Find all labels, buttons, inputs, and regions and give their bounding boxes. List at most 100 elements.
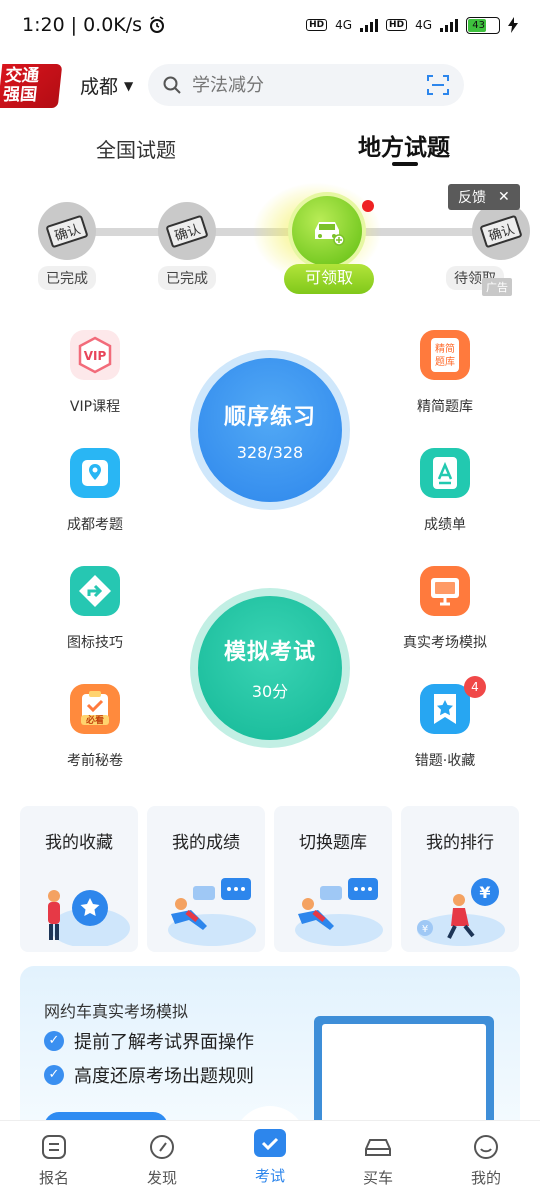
money-illustration-icon: ¥¥ — [417, 878, 505, 946]
feature-sign-tips[interactable]: 图标技巧 — [30, 566, 160, 652]
nav-item-mine[interactable]: 我的 — [432, 1121, 540, 1200]
favorites-illustration-icon — [48, 890, 130, 946]
monitor-icon — [420, 566, 470, 616]
map-pin-icon — [70, 448, 120, 498]
nav-item-discover[interactable]: 发现 — [108, 1121, 216, 1200]
nav-label: 买车 — [362, 1169, 393, 1187]
brand-logo[interactable]: 交通 强国 — [0, 64, 63, 108]
claim-button[interactable]: 可领取 — [284, 264, 374, 294]
feature-label: 成绩单 — [424, 517, 466, 533]
signal-icon — [360, 18, 379, 32]
feature-real-exam[interactable]: 真实考场模拟 — [380, 566, 510, 652]
scan-icon[interactable] — [426, 73, 450, 97]
question-tabs: 全国试题 地方试题 — [0, 128, 540, 178]
confirm-stamp: 确认 — [165, 214, 209, 248]
search-icon — [163, 76, 181, 94]
progress-node-2: 确认 — [158, 202, 216, 260]
feature-label: 图标技巧 — [67, 635, 123, 651]
quick-card-label: 我的成绩 — [172, 833, 240, 853]
network-label-2: 4G — [415, 18, 432, 32]
close-icon[interactable]: ✕ — [498, 189, 510, 205]
reward-progress: 确认 已完成 确认 已完成 可领取 确认 待领取 反馈 ✕ 广告 — [0, 182, 540, 302]
hd-icon: HD — [306, 19, 328, 31]
node-label-2: 已完成 — [158, 266, 216, 290]
bottom-nav: 报名 发现 考试 买车 我的 — [0, 1120, 540, 1200]
feature-score[interactable]: 成绩单 — [380, 448, 510, 534]
promo-point-2: ✓ 高度还原考场出题规则 — [44, 1062, 254, 1088]
charging-icon — [508, 17, 518, 33]
quick-card-label: 切换题库 — [299, 833, 367, 853]
exam-check-icon — [254, 1129, 286, 1157]
quick-card-ranking[interactable]: 我的排行 ¥ ¥ — [401, 806, 519, 952]
quick-card-scores[interactable]: 我的成绩 — [147, 806, 265, 952]
caret-down-icon: ▼ — [124, 78, 134, 93]
nav-label: 考试 — [254, 1167, 285, 1185]
vip-icon: VIP — [70, 330, 120, 380]
count-badge: 4 — [464, 676, 486, 698]
feature-label: 错题·收藏 — [414, 753, 476, 769]
car-icon — [365, 1139, 391, 1156]
feature-label: 成都考题 — [67, 517, 123, 533]
nav-label: 发现 — [146, 1169, 177, 1187]
practice-progress: 328/328 — [236, 442, 304, 462]
sequential-practice-button[interactable]: 顺序练习 328/328 — [190, 350, 350, 510]
mock-score: 30分 — [251, 682, 289, 701]
feature-wrong-favorites[interactable]: 4 错题·收藏 — [380, 676, 510, 770]
quick-card-switch-bank[interactable]: 切换题库 — [274, 806, 392, 952]
quick-card-label: 我的收藏 — [45, 833, 113, 853]
confirm-stamp: 确认 — [479, 214, 523, 248]
road-sign-icon — [70, 566, 120, 616]
confirm-stamp: 确认 — [45, 214, 89, 248]
feature-secret-paper[interactable]: 必看 考前秘卷 — [30, 684, 160, 770]
feature-label: VIP课程 — [69, 399, 121, 415]
chat-person-illustration-icon — [168, 878, 256, 946]
status-speed: 0.0K/s — [83, 14, 143, 36]
feedback-button[interactable]: 反馈 ✕ — [448, 184, 520, 210]
nav-item-exam[interactable]: 考试 — [216, 1121, 324, 1200]
check-icon: ✓ — [44, 1065, 64, 1085]
car-icon — [315, 222, 345, 246]
chat-person-illustration-icon — [295, 878, 383, 946]
feature-label: 真实考场模拟 — [403, 635, 487, 651]
mock-exam-button[interactable]: 模拟考试 30分 — [190, 588, 350, 748]
car-reward-node[interactable] — [292, 196, 362, 266]
clipboard-check-icon: 必看 — [70, 684, 120, 734]
svg-text:¥: ¥ — [422, 924, 428, 935]
tab-national[interactable]: 全国试题 — [96, 134, 176, 163]
svg-text:精简: 精简 — [435, 342, 455, 355]
svg-text:必看: 必看 — [85, 714, 104, 726]
feature-chengdu[interactable]: 成都考题 — [30, 448, 160, 534]
notification-dot — [362, 200, 374, 212]
nav-item-buy-car[interactable]: 买车 — [324, 1121, 432, 1200]
search-bar[interactable] — [148, 64, 464, 106]
header: 交通 强国 成都 ▼ — [0, 58, 540, 114]
progress-node-1: 确认 — [38, 202, 96, 260]
alarm-icon — [150, 16, 165, 33]
nav-item-signup[interactable]: 报名 — [0, 1121, 108, 1200]
practice-title: 顺序练习 — [223, 404, 316, 430]
promo-point-1: ✓ 提前了解考试界面操作 — [44, 1028, 254, 1054]
status-time: 1:20 — [22, 14, 65, 36]
form-icon — [42, 1135, 66, 1159]
battery-icon: 43 — [466, 16, 500, 34]
exam-screen-preview — [314, 1016, 494, 1136]
node-label-1: 已完成 — [38, 266, 96, 290]
feedback-label: 反馈 — [458, 190, 486, 206]
svg-text:VIP: VIP — [84, 349, 107, 363]
compass-icon — [150, 1135, 174, 1159]
progress-node-3: 确认 — [472, 202, 530, 260]
ad-tag: 广告 — [482, 278, 512, 296]
status-bar: 1:20 | 0.0K/s HD 4G HD 4G 43 — [0, 0, 540, 50]
feature-vip[interactable]: VIP VIP课程 — [30, 330, 160, 416]
feature-simplified-bank[interactable]: 精简 题库 精简题库 — [380, 330, 510, 416]
search-input[interactable] — [192, 74, 412, 96]
network-label-1: 4G — [335, 18, 353, 32]
svg-text:题库: 题库 — [435, 355, 455, 368]
quick-card-favorites[interactable]: 我的收藏 — [20, 806, 138, 952]
tab-local[interactable]: 地方试题 — [358, 128, 450, 162]
mock-title: 模拟考试 — [223, 640, 316, 665]
city-selector[interactable]: 成都 ▼ — [80, 72, 133, 99]
hd-icon-2: HD — [386, 19, 408, 31]
feature-label: 精简题库 — [417, 399, 473, 415]
check-icon: ✓ — [44, 1031, 64, 1051]
